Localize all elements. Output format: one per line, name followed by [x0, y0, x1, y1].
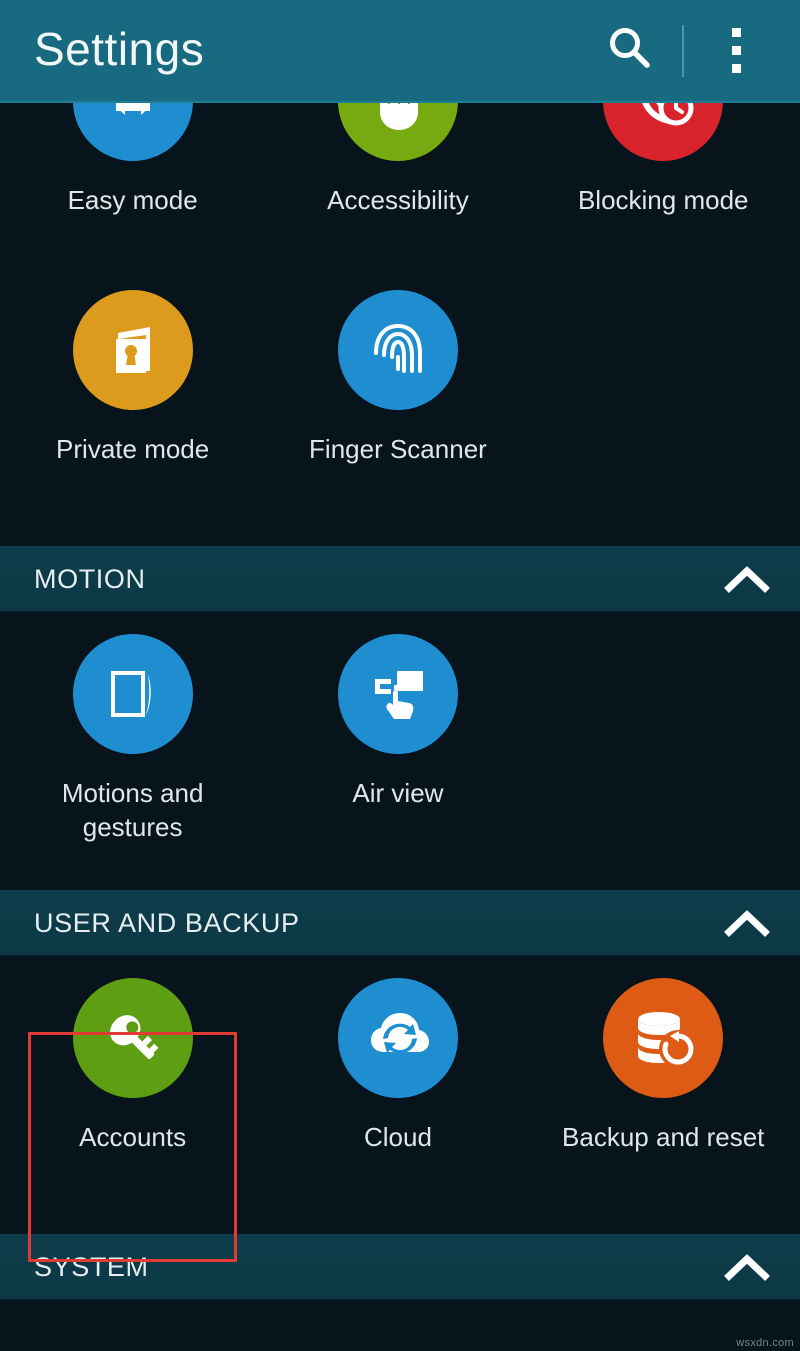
- settings-item-label: Accounts: [79, 1122, 187, 1152]
- fingerprint-icon: [337, 290, 458, 410]
- chevron-up-icon[interactable]: [724, 1252, 770, 1282]
- section-header-motion[interactable]: MOTION: [0, 546, 800, 612]
- settings-item-label: Easy mode: [67, 185, 198, 215]
- chevron-up-icon[interactable]: [724, 564, 770, 594]
- settings-item-easy-mode[interactable]: Easy mode: [0, 103, 265, 268]
- easy-mode-icon: [72, 103, 193, 161]
- settings-item-label: Backup and reset: [562, 1122, 765, 1152]
- action-bar: Settings: [0, 0, 800, 103]
- watermark: wsxdn.com: [736, 1337, 794, 1349]
- section-title: MOTION: [34, 563, 146, 594]
- settings-screen: Settings Easy mode Accessibility Blockin…: [0, 0, 800, 1351]
- settings-item-backup-and-reset[interactable]: Backup and reset: [531, 956, 796, 1234]
- settings-item-label: Cloud: [363, 1122, 432, 1152]
- settings-item-empty: [531, 268, 796, 546]
- overflow-menu-button[interactable]: [698, 0, 774, 102]
- section-title: USER AND BACKUP: [34, 907, 300, 938]
- settings-item-finger-scanner[interactable]: Finger Scanner: [265, 268, 530, 546]
- settings-row-privacy: Private mode Finger Scanner: [0, 268, 800, 546]
- page-title: Settings: [34, 22, 205, 75]
- section-header-system[interactable]: SYSTEM: [0, 1234, 800, 1300]
- settings-item-air-view[interactable]: Air view: [265, 612, 530, 890]
- settings-item-cloud[interactable]: Cloud: [265, 956, 530, 1234]
- settings-item-accessibility[interactable]: Accessibility: [265, 103, 530, 268]
- air-view-icon: [337, 634, 458, 754]
- more-vertical-icon: [731, 0, 741, 102]
- settings-item-accounts[interactable]: Accounts: [0, 956, 265, 1234]
- backup-reset-icon: [603, 978, 724, 1098]
- settings-item-label: Private mode: [56, 434, 210, 464]
- action-bar-divider: [682, 24, 684, 77]
- settings-item-empty: [531, 612, 796, 890]
- settings-item-private-mode[interactable]: Private mode: [0, 268, 265, 546]
- settings-item-motions-and-gestures[interactable]: Motions and gestures: [0, 612, 265, 890]
- search-button[interactable]: [592, 0, 668, 102]
- settings-item-blocking-mode[interactable]: Blocking mode: [531, 103, 796, 268]
- key-icon: [72, 978, 193, 1098]
- blocking-mode-icon: [603, 103, 724, 161]
- settings-item-label: Air view: [352, 778, 444, 808]
- settings-row-personalization: Easy mode Accessibility Blocking mode: [0, 103, 800, 268]
- chevron-up-icon[interactable]: [724, 908, 770, 938]
- settings-item-label: Blocking mode: [577, 185, 749, 215]
- settings-item-label: Finger Scanner: [309, 434, 487, 464]
- search-icon: [604, 22, 656, 79]
- settings-item-label: Motions and gestures: [61, 778, 204, 842]
- settings-item-label: Accessibility: [327, 185, 469, 215]
- section-title: SYSTEM: [34, 1251, 149, 1282]
- accessibility-hand-icon: [337, 103, 458, 161]
- motions-gestures-icon: [72, 634, 193, 754]
- settings-row-motion: Motions and gestures Air view: [0, 612, 800, 890]
- settings-row-user-and-backup: Accounts Cloud Backup and reset: [0, 956, 800, 1234]
- section-header-user-and-backup[interactable]: USER AND BACKUP: [0, 890, 800, 956]
- private-mode-icon: [72, 290, 193, 410]
- cloud-sync-icon: [337, 978, 458, 1098]
- action-bar-icons: [592, 0, 774, 101]
